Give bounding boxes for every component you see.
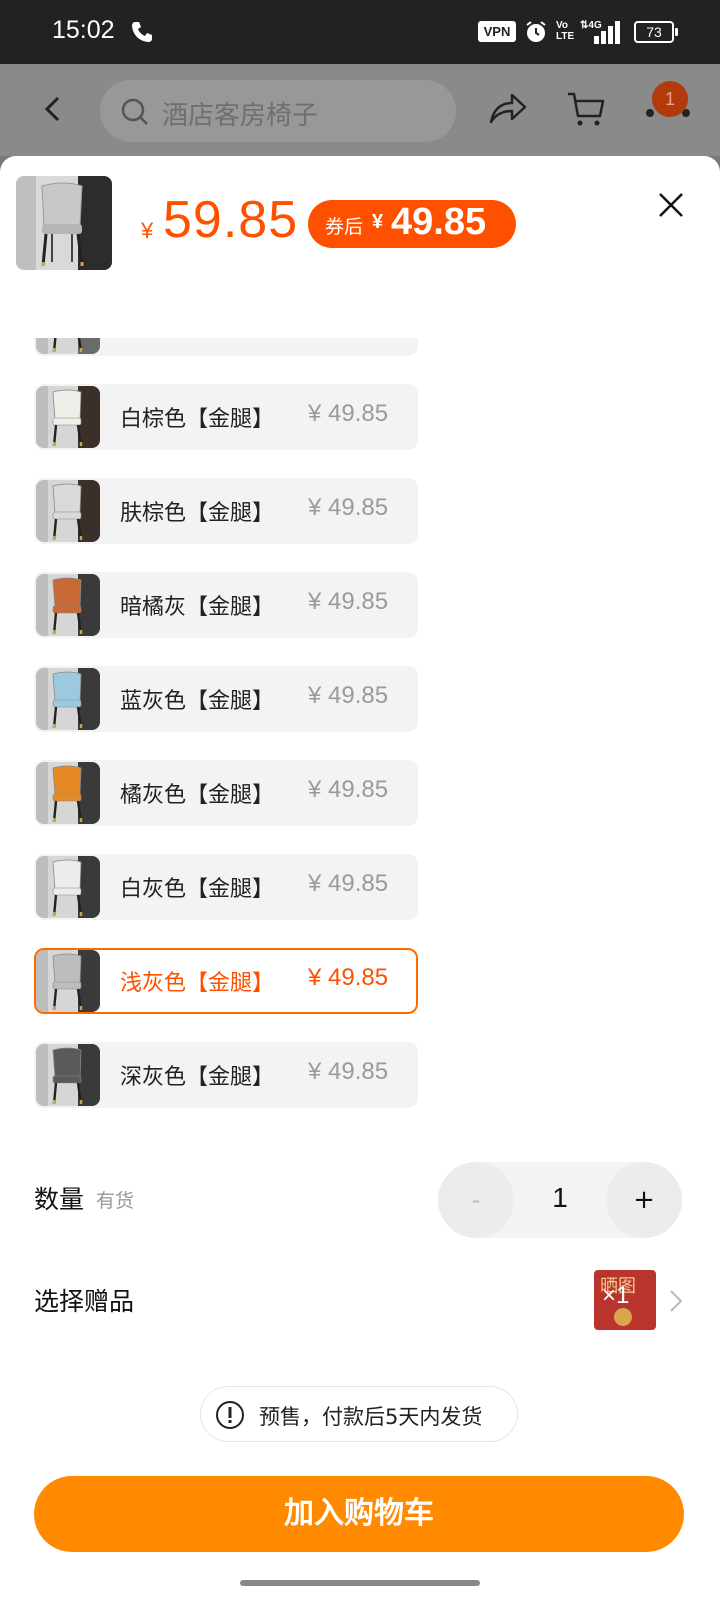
sku-option[interactable]: 暗橘灰【金腿】 ¥ 49.85 [34,572,418,638]
sku-options-list[interactable]: 白棕色【金腿】 ¥ 49.85 肤棕色【金腿】 ¥ 49.85 暗橘灰【金腿】 ¥ 49.… [0,338,720,1128]
sku-option-thumbnail [36,1044,100,1106]
coupon-currency: ¥ [372,211,384,233]
svg-text:⇅4G: ⇅4G [580,20,602,31]
increase-button[interactable]: + [606,1162,682,1238]
sku-option-thumbnail [36,574,100,636]
sku-option-label: 橘灰色【金腿】 [120,783,275,808]
sku-option-thumbnail [36,386,100,448]
sku-option-label: 白灰色【金腿】 [120,877,275,902]
sku-option-price: ¥ 49.85 [308,588,389,615]
add-to-cart-button[interactable]: 加入购物车 [34,1476,684,1552]
signal-icon: ⇅4G [580,20,620,44]
battery-indicator: 73 [634,21,678,43]
sku-option-thumbnail [36,762,100,824]
sku-option-price: ¥ 49.85 [308,1058,389,1085]
price-currency: ¥ [141,218,154,243]
sku-option-label: 暗橘灰【金腿】 [120,595,275,620]
product-thumbnail [16,176,112,270]
sku-option-price: ¥ 49.85 [308,870,389,897]
home-indicator[interactable] [240,1580,480,1586]
quantity-stepper: - 1 + [438,1162,682,1238]
select-gift-label[interactable]: 选择赠品 [34,1282,134,1318]
sku-option-label: 蓝灰色【金腿】 [120,689,275,714]
search-text: 酒店客房椅子 [162,101,319,131]
page-header: 酒店客房椅子 1 [0,64,720,156]
gift-count: ×1 [602,1282,630,1309]
sku-option-price: ¥ 49.85 [308,776,389,803]
sku-option[interactable]: 白棕色【金腿】 ¥ 49.85 [34,384,418,450]
notification-badge: 1 [652,81,688,117]
close-icon[interactable] [656,190,686,220]
sku-option-thumbnail [36,338,100,354]
sku-option-price: ¥ 49.85 [308,400,389,427]
sku-selection-sheet: ¥ 59.85 券后 ¥ 49.85 白棕色【金腿】 ¥ 49.85 肤棕色【金腿】… [0,156,720,1600]
sku-option[interactable]: 橘灰色【金腿】 ¥ 49.85 [34,760,418,826]
alarm-icon [526,21,546,42]
presale-notice: 预售，付款后5天内发货 [200,1386,518,1442]
status-time: 15:02 [52,16,115,44]
sku-option-label: 白棕色【金腿】 [120,407,275,432]
sku-option-label: 浅灰色【金腿】 [120,971,275,996]
gift-thumbnail[interactable]: 晒图 ×1 [594,1270,656,1330]
sku-option[interactable]: 白灰色【金腿】 ¥ 49.85 [34,854,418,920]
notice-text: 预售，付款后5天内发货 [259,1405,483,1429]
sku-option-label: 肤棕色【金腿】 [120,501,275,526]
quantity-label: 数量 [34,1185,85,1214]
sku-option-thumbnail [36,668,100,730]
cart-icon[interactable] [566,90,606,128]
sku-option-label: 深灰色【金腿】 [120,1065,275,1090]
sku-option-thumbnail [36,480,100,542]
gift-coin-icon [614,1308,632,1326]
sku-option-thumbnail [36,950,100,1012]
info-icon [216,1401,244,1429]
search-input[interactable]: 酒店客房椅子 [100,80,456,142]
coupon-price: 49.85 [391,201,487,243]
status-bar: 15:02 VPN Vo LTE ⇅4G 73 [0,0,720,64]
product-price: 59.85 [163,191,299,249]
vpn-badge: VPN [478,21,516,42]
sku-option-price: ¥ 49.85 [308,494,389,521]
sku-option-price: ¥ 49.85 [308,964,389,991]
sku-option-price: ¥ 49.85 [308,682,389,709]
search-icon [121,98,148,125]
volte-icon: Vo LTE [556,20,575,42]
phone-icon [132,22,152,42]
quantity-value[interactable]: 1 [536,1182,584,1214]
coupon-label: 券后 [325,216,364,238]
sku-option[interactable]: 深灰色【金腿】 ¥ 49.85 [34,1042,418,1108]
stock-status: 有货 [96,1190,135,1212]
sku-option[interactable] [34,338,418,356]
sku-option[interactable]: 肤棕色【金腿】 ¥ 49.85 [34,478,418,544]
sku-option-thumbnail [36,856,100,918]
back-arrow-icon[interactable] [38,92,68,126]
coupon-price-badge: 券后 ¥ 49.85 [308,200,516,248]
decrease-button[interactable]: - [438,1162,514,1238]
sku-option[interactable]: 浅灰色【金腿】 ¥ 49.85 [34,948,418,1014]
sku-option[interactable]: 蓝灰色【金腿】 ¥ 49.85 [34,666,418,732]
share-icon[interactable] [488,90,528,126]
chevron-right-icon[interactable] [668,1288,684,1314]
